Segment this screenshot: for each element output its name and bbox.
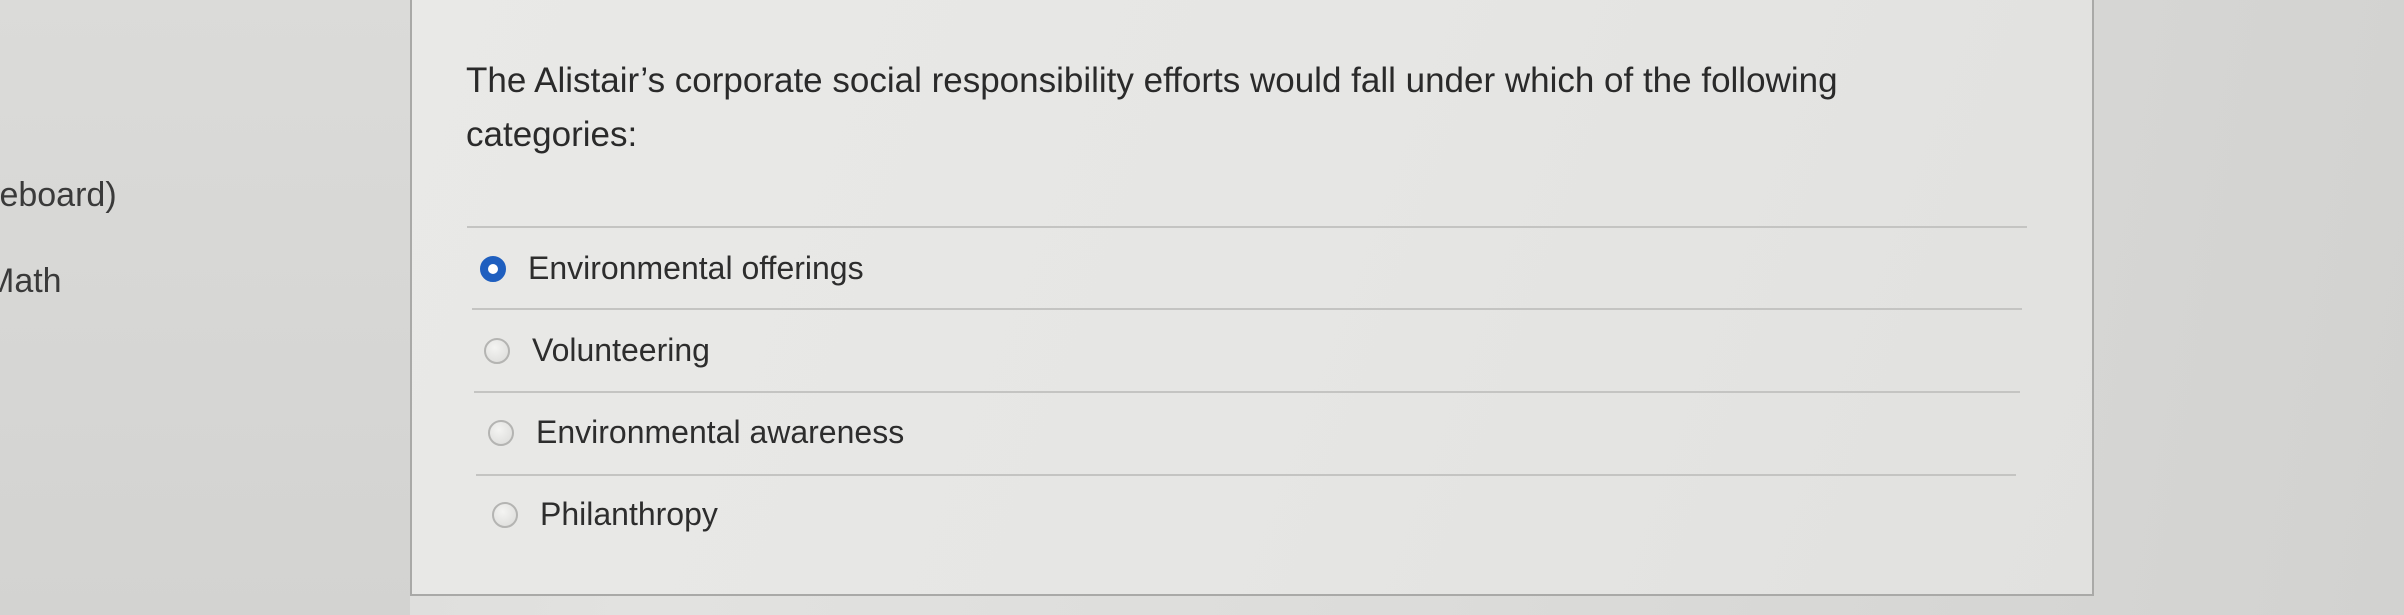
left-sidebar: teboard) Math [0, 0, 410, 615]
answer-option-environmental-awareness[interactable]: Environmental awareness [488, 414, 904, 451]
radio-button[interactable] [488, 419, 514, 446]
option-label[interactable]: Philanthropy [540, 496, 718, 533]
divider [476, 474, 2016, 476]
sidebar-item-math[interactable]: Math [0, 262, 62, 301]
option-label[interactable]: Environmental offerings [528, 250, 864, 287]
divider [474, 391, 2020, 393]
answer-option-philanthropy[interactable]: Philanthropy [492, 496, 718, 533]
question-text: The Alistair’s corporate social responsi… [466, 61, 1838, 154]
option-label[interactable]: Environmental awareness [536, 414, 904, 451]
divider [467, 226, 2027, 228]
answer-option-volunteering[interactable]: Volunteering [484, 332, 710, 369]
radio-button[interactable] [484, 337, 510, 364]
answer-option-environmental-offerings[interactable]: Environmental offerings [480, 250, 864, 287]
question-panel: The Alistair’s corporate social responsi… [410, 0, 2094, 596]
sidebar-item-whiteboard[interactable]: teboard) [0, 176, 117, 215]
divider [472, 308, 2022, 310]
radio-button-selected[interactable] [480, 255, 506, 282]
option-label[interactable]: Volunteering [532, 332, 710, 369]
radio-button[interactable] [492, 501, 518, 528]
